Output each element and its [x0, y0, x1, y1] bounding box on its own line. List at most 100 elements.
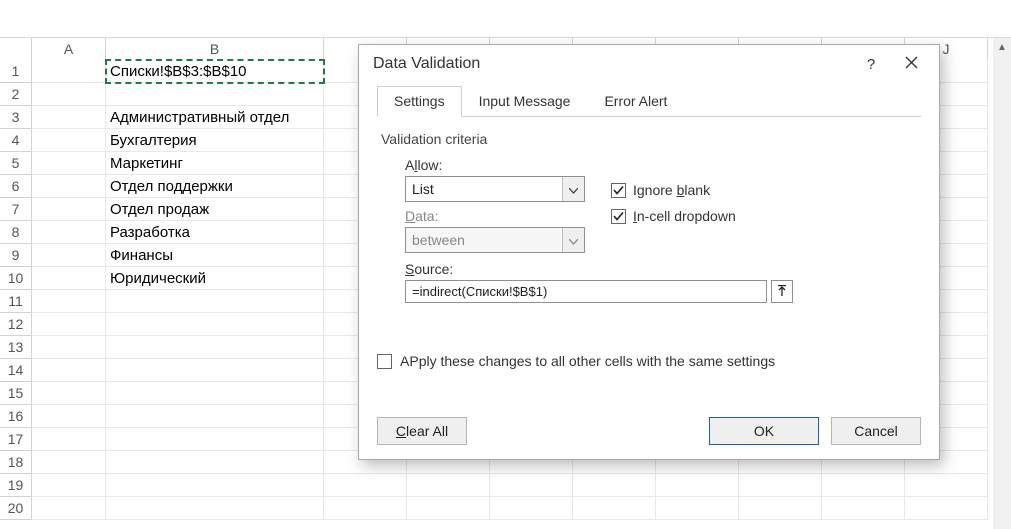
cell-B18[interactable] — [106, 451, 324, 474]
select-all-corner[interactable] — [0, 38, 32, 60]
allow-dropdown-button[interactable] — [562, 177, 584, 201]
cell-A20[interactable] — [32, 497, 106, 520]
cell-A3[interactable] — [32, 106, 106, 129]
cell-B4[interactable]: Бухгалтерия — [106, 129, 324, 152]
allow-value: List — [406, 177, 562, 201]
cell-A13[interactable] — [32, 336, 106, 359]
vertical-scrollbar[interactable]: ▲ — [993, 38, 1011, 529]
cell-F19[interactable] — [573, 474, 656, 497]
ignore-blank-checkbox[interactable]: Ignore blank — [611, 177, 736, 203]
row-header[interactable]: 3 — [0, 106, 32, 129]
cell-C19[interactable] — [324, 474, 407, 497]
cell-A10[interactable] — [32, 267, 106, 290]
cell-I19[interactable] — [822, 474, 905, 497]
cell-D19[interactable] — [407, 474, 490, 497]
cell-E19[interactable] — [490, 474, 573, 497]
cell-A12[interactable] — [32, 313, 106, 336]
row-header[interactable]: 17 — [0, 428, 32, 451]
cell-B16[interactable] — [106, 405, 324, 428]
apply-checkbox[interactable] — [377, 354, 392, 369]
tabs: Settings Input Message Error Alert — [377, 85, 921, 117]
cell-H20[interactable] — [739, 497, 822, 520]
cell-B1[interactable]: Списки!$B$3:$B$10 — [106, 60, 324, 83]
cell-G19[interactable] — [656, 474, 739, 497]
incell-dropdown-checkbox[interactable]: In-cell dropdown — [611, 203, 736, 229]
cell-E20[interactable] — [490, 497, 573, 520]
cell-B15[interactable] — [106, 382, 324, 405]
row-header[interactable]: 8 — [0, 221, 32, 244]
cell-B10[interactable]: Юридический — [106, 267, 324, 290]
cell-B17[interactable] — [106, 428, 324, 451]
cell-A17[interactable] — [32, 428, 106, 451]
cell-G20[interactable] — [656, 497, 739, 520]
col-header-B[interactable]: B — [106, 38, 324, 60]
cell-I20[interactable] — [822, 497, 905, 520]
cell-A2[interactable] — [32, 83, 106, 106]
cell-B8[interactable]: Разработка — [106, 221, 324, 244]
row-header[interactable]: 16 — [0, 405, 32, 428]
tab-settings[interactable]: Settings — [377, 86, 462, 117]
cell-A19[interactable] — [32, 474, 106, 497]
cell-A1[interactable] — [32, 60, 106, 83]
cell-B19[interactable] — [106, 474, 324, 497]
cell-B13[interactable] — [106, 336, 324, 359]
row-header[interactable]: 9 — [0, 244, 32, 267]
cell-B9[interactable]: Финансы — [106, 244, 324, 267]
row-header[interactable]: 20 — [0, 497, 32, 520]
cell-B7[interactable]: Отдел продаж — [106, 198, 324, 221]
cell-B3[interactable]: Административный отдел — [106, 106, 324, 129]
cell-A11[interactable] — [32, 290, 106, 313]
cell-B6[interactable]: Отдел поддержки — [106, 175, 324, 198]
cell-A5[interactable] — [32, 152, 106, 175]
cell-B14[interactable] — [106, 359, 324, 382]
row-header[interactable]: 6 — [0, 175, 32, 198]
scroll-up-arrow-icon[interactable]: ▲ — [993, 38, 1011, 56]
row-header[interactable]: 1 — [0, 60, 32, 83]
col-header-A[interactable]: A — [32, 38, 106, 60]
cell-A9[interactable] — [32, 244, 106, 267]
range-selector-button[interactable] — [771, 280, 793, 303]
row-header[interactable]: 11 — [0, 290, 32, 313]
cell-D20[interactable] — [407, 497, 490, 520]
cell-A14[interactable] — [32, 359, 106, 382]
source-input[interactable] — [405, 280, 767, 303]
cell-B5[interactable]: Маркетинг — [106, 152, 324, 175]
cell-A18[interactable] — [32, 451, 106, 474]
row-header[interactable]: 18 — [0, 451, 32, 474]
cell-A8[interactable] — [32, 221, 106, 244]
cell-B11[interactable] — [106, 290, 324, 313]
cell-A16[interactable] — [32, 405, 106, 428]
row-header[interactable]: 10 — [0, 267, 32, 290]
cell-A15[interactable] — [32, 382, 106, 405]
close-button[interactable] — [891, 46, 931, 82]
dialog-titlebar[interactable]: Data Validation ? — [359, 45, 939, 83]
ok-button[interactable]: OK — [709, 417, 819, 445]
row-header[interactable]: 2 — [0, 83, 32, 106]
cell-A6[interactable] — [32, 175, 106, 198]
help-button[interactable]: ? — [851, 46, 891, 82]
cell-A7[interactable] — [32, 198, 106, 221]
allow-combobox[interactable]: List — [405, 176, 585, 202]
cell-F20[interactable] — [573, 497, 656, 520]
cell-A4[interactable] — [32, 129, 106, 152]
row-header[interactable]: 15 — [0, 382, 32, 405]
row-header[interactable]: 7 — [0, 198, 32, 221]
cell-C20[interactable] — [324, 497, 407, 520]
cell-B2[interactable] — [106, 83, 324, 106]
cell-J19[interactable] — [905, 474, 988, 497]
row-header[interactable]: 5 — [0, 152, 32, 175]
row-header[interactable]: 4 — [0, 129, 32, 152]
row-header[interactable]: 13 — [0, 336, 32, 359]
cell-J20[interactable] — [905, 497, 988, 520]
row-header[interactable]: 19 — [0, 474, 32, 497]
row-header[interactable]: 14 — [0, 359, 32, 382]
clear-all-button[interactable]: Clear All — [377, 417, 467, 445]
tab-error-alert[interactable]: Error Alert — [587, 86, 684, 117]
tab-input-message[interactable]: Input Message — [462, 86, 588, 117]
cell-B12[interactable] — [106, 313, 324, 336]
cancel-button[interactable]: Cancel — [831, 417, 921, 445]
row-header[interactable]: 12 — [0, 313, 32, 336]
cell-B20[interactable] — [106, 497, 324, 520]
cell-H19[interactable] — [739, 474, 822, 497]
checkbox-icon — [611, 209, 626, 224]
